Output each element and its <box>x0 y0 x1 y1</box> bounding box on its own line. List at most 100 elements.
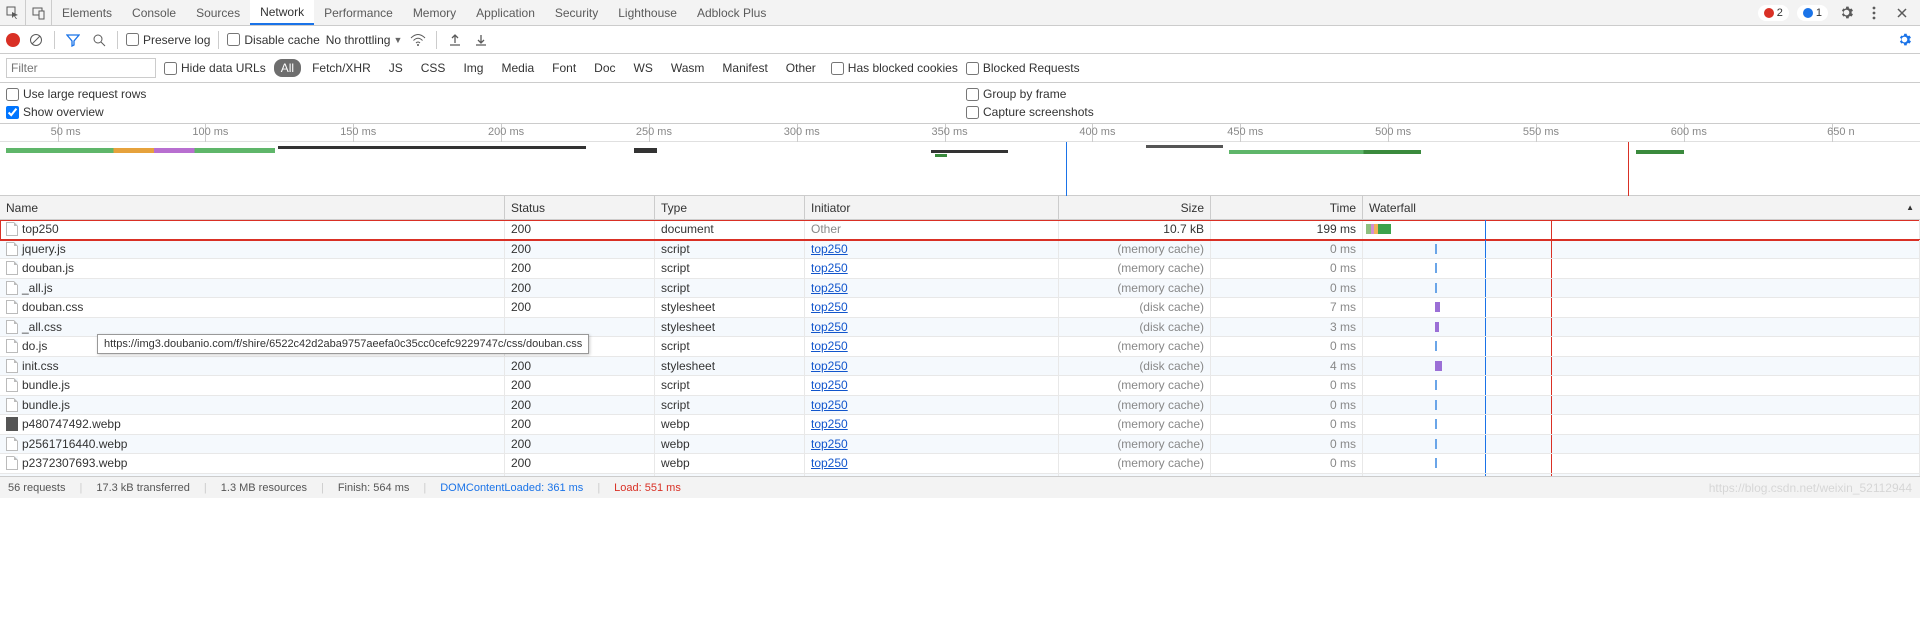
settings-icon[interactable] <box>1836 3 1856 23</box>
download-icon[interactable] <box>471 30 491 50</box>
more-icon[interactable] <box>1864 3 1884 23</box>
filter-type-doc[interactable]: Doc <box>587 59 622 77</box>
show-overview-checkbox[interactable]: Show overview <box>6 105 954 119</box>
device-toggle-icon[interactable] <box>26 0 52 26</box>
row-type: script <box>655 259 805 278</box>
disable-cache-checkbox[interactable]: Disable cache <box>227 33 319 47</box>
overview-graph <box>0 142 1920 196</box>
row-status: 200 <box>505 376 655 395</box>
row-status: 200 <box>505 396 655 415</box>
table-row[interactable]: jquery.js200scripttop250(memory cache)0 … <box>0 240 1920 260</box>
table-row[interactable]: p2372307693.webp200webptop250(memory cac… <box>0 454 1920 474</box>
col-waterfall[interactable]: Waterfall▲ <box>1363 196 1920 219</box>
row-time: 0 ms <box>1211 454 1363 473</box>
filter-type-fetchxhr[interactable]: Fetch/XHR <box>305 59 378 77</box>
group-by-frame-checkbox[interactable]: Group by frame <box>966 87 1914 101</box>
info-badge[interactable]: 1 <box>1797 5 1828 21</box>
filter-type-js[interactable]: JS <box>382 59 410 77</box>
tab-memory[interactable]: Memory <box>403 0 466 25</box>
timeline-tick: 350 ms <box>945 124 946 142</box>
col-name[interactable]: Name <box>0 196 505 219</box>
clear-icon[interactable] <box>26 30 46 50</box>
timeline-tick: 100 ms <box>205 124 206 142</box>
table-row[interactable]: top250200documentOther10.7 kB199 ms <box>0 220 1920 240</box>
file-icon <box>6 339 18 353</box>
filter-type-all[interactable]: All <box>274 59 301 77</box>
tab-adblock-plus[interactable]: Adblock Plus <box>687 0 776 25</box>
table-row[interactable]: douban.css200stylesheettop250(disk cache… <box>0 298 1920 318</box>
row-initiator: top250 <box>805 376 1059 395</box>
tab-elements[interactable]: Elements <box>52 0 122 25</box>
upload-icon[interactable] <box>445 30 465 50</box>
hide-data-urls-checkbox[interactable]: Hide data URLs <box>164 61 266 75</box>
row-waterfall <box>1363 220 1920 239</box>
capture-screenshots-checkbox[interactable]: Capture screenshots <box>966 105 1914 119</box>
timeline-tick: 500 ms <box>1388 124 1389 142</box>
wifi-icon[interactable] <box>408 30 428 50</box>
network-toolbar: Preserve log Disable cache No throttling… <box>0 26 1920 54</box>
table-row[interactable]: _all.js200scripttop250(memory cache)0 ms <box>0 279 1920 299</box>
timeline-overview[interactable]: 50 ms100 ms150 ms200 ms250 ms300 ms350 m… <box>0 124 1920 196</box>
row-name: init.css <box>22 359 59 373</box>
tab-console[interactable]: Console <box>122 0 186 25</box>
table-row[interactable]: p480747492.webp200webptop250(memory cach… <box>0 415 1920 435</box>
timeline-tick: 600 ms <box>1684 124 1685 142</box>
row-type: webp <box>655 415 805 434</box>
filter-type-other[interactable]: Other <box>779 59 823 77</box>
tab-sources[interactable]: Sources <box>186 0 250 25</box>
table-row[interactable]: p2561716440.webp200webptop250(memory cac… <box>0 435 1920 455</box>
preserve-log-checkbox[interactable]: Preserve log <box>126 33 210 47</box>
use-large-rows-checkbox[interactable]: Use large request rows <box>6 87 954 101</box>
row-waterfall <box>1363 298 1920 317</box>
row-size: (memory cache) <box>1059 376 1211 395</box>
filter-input[interactable] <box>6 58 156 78</box>
col-time[interactable]: Time <box>1211 196 1363 219</box>
filter-type-wasm[interactable]: Wasm <box>664 59 712 77</box>
record-button[interactable] <box>6 33 20 47</box>
throttling-select[interactable]: No throttling▼ <box>326 33 403 47</box>
filter-type-media[interactable]: Media <box>494 59 541 77</box>
network-settings-icon[interactable] <box>1894 30 1914 50</box>
error-badge[interactable]: 2 <box>1758 5 1789 21</box>
filter-type-font[interactable]: Font <box>545 59 583 77</box>
row-type: stylesheet <box>655 318 805 337</box>
col-type[interactable]: Type <box>655 196 805 219</box>
table-row[interactable]: douban.js200scripttop250(memory cache)0 … <box>0 259 1920 279</box>
row-initiator: top250 <box>805 396 1059 415</box>
close-icon[interactable] <box>1892 3 1912 23</box>
has-blocked-cookies-checkbox[interactable]: Has blocked cookies <box>831 61 958 75</box>
col-size[interactable]: Size <box>1059 196 1211 219</box>
table-row[interactable]: init.css200stylesheettop250(disk cache)4… <box>0 357 1920 377</box>
blocked-requests-checkbox[interactable]: Blocked Requests <box>966 61 1080 75</box>
tab-performance[interactable]: Performance <box>314 0 403 25</box>
filter-type-css[interactable]: CSS <box>414 59 453 77</box>
timeline-tick: 200 ms <box>501 124 502 142</box>
row-time: 7 ms <box>1211 298 1363 317</box>
row-waterfall <box>1363 337 1920 356</box>
tab-application[interactable]: Application <box>466 0 545 25</box>
filter-type-manifest[interactable]: Manifest <box>715 59 774 77</box>
filter-type-ws[interactable]: WS <box>627 59 660 77</box>
table-header: Name Status Type Initiator Size Time Wat… <box>0 196 1920 220</box>
row-initiator: top250 <box>805 318 1059 337</box>
file-icon <box>6 281 18 295</box>
col-status[interactable]: Status <box>505 196 655 219</box>
row-name: bundle.js <box>22 398 70 412</box>
table-row[interactable]: bundle.js200scripttop250(memory cache)0 … <box>0 376 1920 396</box>
request-table: Name Status Type Initiator Size Time Wat… <box>0 196 1920 476</box>
search-icon[interactable] <box>89 30 109 50</box>
col-initiator[interactable]: Initiator <box>805 196 1059 219</box>
tab-lighthouse[interactable]: Lighthouse <box>608 0 687 25</box>
row-type: webp <box>655 435 805 454</box>
row-waterfall <box>1363 376 1920 395</box>
inspect-element-icon[interactable] <box>0 0 26 26</box>
filter-icon[interactable] <box>63 30 83 50</box>
tab-security[interactable]: Security <box>545 0 608 25</box>
row-status: 200 <box>505 435 655 454</box>
row-initiator: top250 <box>805 259 1059 278</box>
row-waterfall <box>1363 279 1920 298</box>
tab-network[interactable]: Network <box>250 0 314 25</box>
table-row[interactable]: bundle.js200scripttop250(memory cache)0 … <box>0 396 1920 416</box>
timeline-tick: 650 n <box>1832 124 1833 142</box>
filter-type-img[interactable]: Img <box>456 59 490 77</box>
